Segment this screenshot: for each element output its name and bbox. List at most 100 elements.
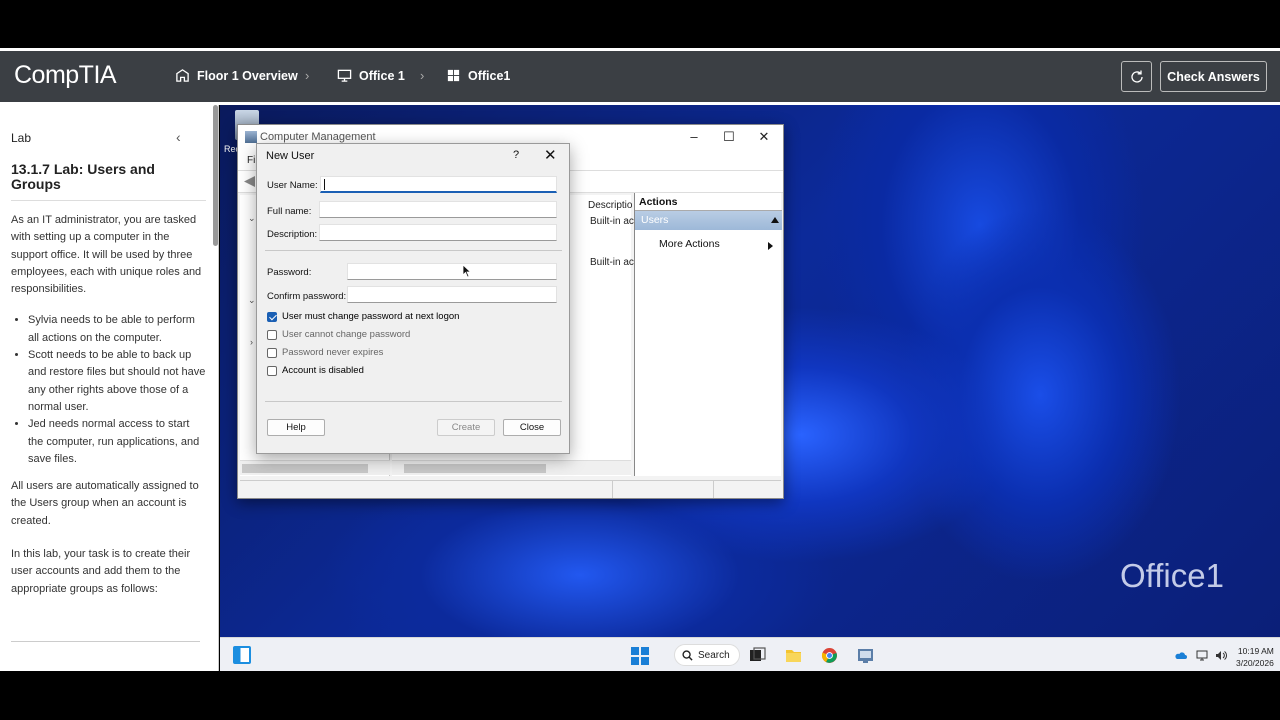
- computer-management-taskbar-icon[interactable]: [857, 647, 874, 664]
- chevron-down-icon[interactable]: ⌄: [248, 213, 256, 224]
- chrome-icon[interactable]: [821, 647, 838, 664]
- confirm-password-label: Confirm password:: [267, 291, 347, 302]
- task-paragraph: In this lab, your task is to create thei…: [11, 548, 191, 595]
- users-group-paragraph: All users are automatically assigned to …: [11, 480, 199, 527]
- actions-header: Actions: [635, 193, 782, 211]
- breadcrumb-separator: ›: [420, 68, 425, 83]
- search-label: Search: [698, 649, 730, 661]
- breadcrumb-label: Office 1: [359, 68, 405, 83]
- actions-pane: Actions Users More Actions: [634, 193, 782, 476]
- description-input[interactable]: [319, 224, 557, 241]
- status-segment: [612, 481, 613, 498]
- sidebar-scrollbar[interactable]: [213, 105, 218, 246]
- computer-name-watermark: Office1: [1120, 557, 1224, 594]
- table-cell[interactable]: Built-in ac: [590, 257, 634, 268]
- breadcrumb-separator: ›: [305, 68, 310, 83]
- refresh-icon: [1130, 70, 1143, 83]
- full-name-input[interactable]: [319, 201, 557, 218]
- checkbox-icon[interactable]: [267, 365, 277, 376]
- status-segment: [713, 481, 714, 498]
- breadcrumb-office1-computer[interactable]: Office1: [446, 68, 510, 83]
- help-button[interactable]: Help: [267, 419, 325, 436]
- tree-horizontal-scrollbar[interactable]: [240, 460, 390, 475]
- submenu-arrow-icon: [768, 242, 773, 250]
- checkbox-label: Account is disabled: [282, 365, 364, 376]
- more-actions-item[interactable]: More Actions: [659, 238, 720, 250]
- help-icon[interactable]: ?: [513, 149, 519, 161]
- text-caret: [324, 179, 325, 190]
- breadcrumb-floor-overview[interactable]: Floor 1 Overview: [175, 68, 298, 83]
- search-icon: [682, 649, 693, 661]
- reset-button[interactable]: [1121, 61, 1152, 92]
- collapse-panel-icon[interactable]: ‹: [176, 129, 181, 145]
- minimize-icon[interactable]: –: [684, 129, 704, 144]
- comptia-logo[interactable]: CompTIA: [14, 61, 117, 90]
- checkbox-cannot-change-password[interactable]: User cannot change password: [267, 329, 410, 340]
- title-divider: [11, 200, 206, 201]
- checkbox-icon[interactable]: [267, 347, 277, 358]
- checkbox-icon[interactable]: [267, 329, 277, 340]
- password-input[interactable]: [347, 263, 557, 280]
- checkbox-label: User must change password at next logon: [282, 311, 460, 322]
- checkbox-account-disabled[interactable]: Account is disabled: [267, 365, 364, 376]
- top-nav-bar: CompTIA Floor 1 Overview › Office 1 › Of…: [0, 48, 1280, 105]
- create-button[interactable]: Create: [437, 419, 495, 436]
- monitor-icon: [337, 69, 352, 82]
- onedrive-icon[interactable]: [1175, 650, 1187, 661]
- list-item: Jed needs normal access to start the com…: [28, 416, 206, 468]
- chevron-right-icon[interactable]: ›: [250, 337, 253, 347]
- close-button[interactable]: Close: [503, 419, 561, 436]
- dialog-title: New User: [266, 150, 315, 162]
- back-arrow-icon[interactable]: [244, 176, 255, 187]
- collapse-up-icon[interactable]: [771, 217, 779, 223]
- building-icon: [176, 69, 189, 82]
- actions-section-label: Users: [641, 214, 669, 226]
- start-menu-icon[interactable]: [631, 647, 649, 665]
- lab-instructions: As an IT administrator, you are tasked w…: [11, 212, 206, 614]
- intro-paragraph: As an IT administrator, you are tasked w…: [11, 214, 202, 296]
- clock-time: 10:19 AM: [1237, 646, 1274, 656]
- actions-users-section[interactable]: Users: [635, 211, 782, 230]
- network-icon[interactable]: [1196, 650, 1208, 661]
- new-user-dialog: New User ? ✕ User Name: Full name: Descr…: [256, 143, 570, 454]
- maximize-icon[interactable]: ☐: [719, 129, 739, 145]
- description-label: Description:: [267, 229, 318, 240]
- task-view-icon[interactable]: [749, 647, 766, 664]
- checkbox-checked-icon[interactable]: [267, 311, 277, 322]
- window-title: Computer Management: [260, 131, 376, 143]
- close-icon[interactable]: ✕: [754, 129, 774, 145]
- breadcrumb-office-1[interactable]: Office 1: [337, 68, 405, 83]
- chevron-down-icon[interactable]: ⌄: [248, 295, 256, 306]
- check-answers-button[interactable]: Check Answers: [1160, 61, 1267, 92]
- table-cell[interactable]: Built-in ac: [590, 216, 634, 227]
- checkbox-password-never-expires[interactable]: Password never expires: [267, 347, 383, 358]
- checkbox-must-change-password[interactable]: User must change password at next logon: [267, 311, 459, 322]
- user-name-input[interactable]: [320, 176, 557, 193]
- confirm-password-input[interactable]: [347, 286, 557, 303]
- breadcrumb-label: Office1: [468, 68, 511, 83]
- panel-section-label: Lab: [11, 131, 32, 145]
- breadcrumb-label: Floor 1 Overview: [197, 68, 298, 83]
- checkbox-label: Password never expires: [282, 347, 384, 358]
- windows-icon: [447, 69, 460, 82]
- file-explorer-icon[interactable]: [785, 647, 802, 664]
- list-horizontal-scrollbar[interactable]: [392, 460, 631, 475]
- volume-icon[interactable]: [1215, 650, 1227, 661]
- field-separator: [265, 250, 562, 251]
- close-icon[interactable]: ✕: [544, 146, 557, 164]
- full-name-label: Full name:: [267, 206, 312, 217]
- system-clock[interactable]: 10:19 AM 3/20/2026: [1236, 645, 1274, 669]
- scroll-thumb[interactable]: [242, 464, 368, 473]
- password-label: Password:: [267, 267, 312, 278]
- windows-taskbar: Search 10:19 AM 3/20/2026: [220, 637, 1280, 671]
- widgets-icon[interactable]: [233, 646, 251, 664]
- lab-title: 13.1.7 Lab: Users and Groups: [11, 161, 155, 192]
- clock-date: 3/20/2026: [1236, 658, 1274, 668]
- status-bar: [240, 480, 781, 498]
- list-item: Scott needs to be able to back up and re…: [28, 347, 206, 416]
- taskbar-search[interactable]: Search: [674, 644, 740, 666]
- list-item: Sylvia needs to be able to perform all a…: [28, 312, 206, 347]
- scroll-thumb[interactable]: [404, 464, 546, 473]
- user-name-label: User Name:: [267, 180, 318, 191]
- column-header-description[interactable]: Descriptio: [588, 200, 632, 211]
